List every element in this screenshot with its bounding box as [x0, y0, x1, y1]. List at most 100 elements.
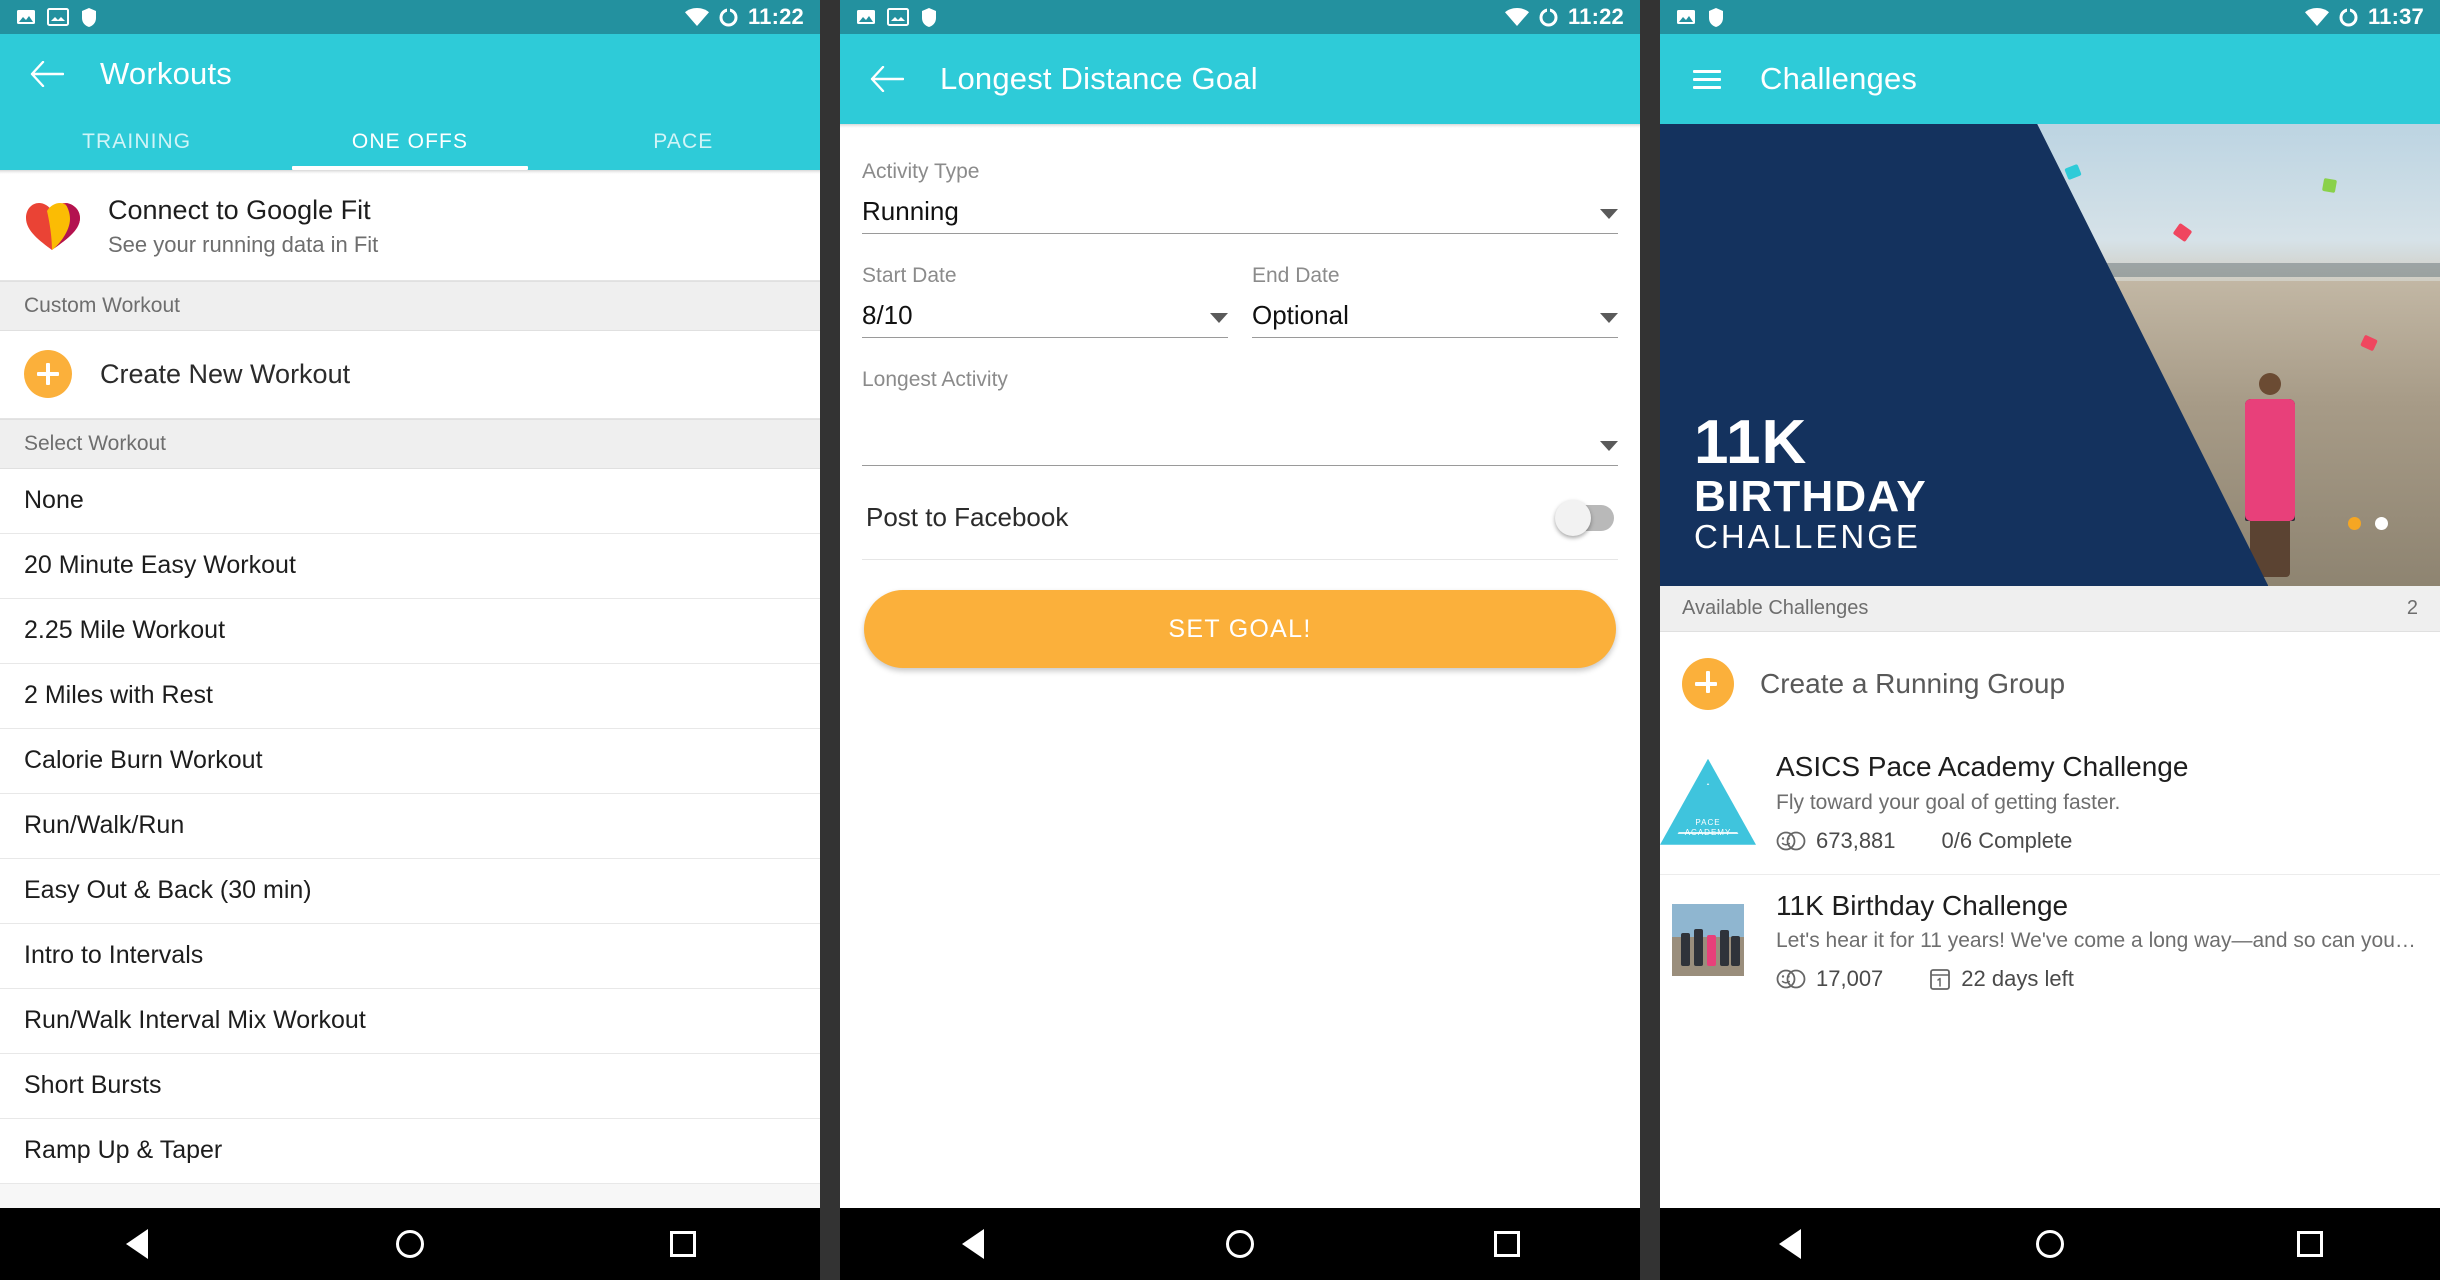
list-item[interactable]: Short Bursts	[0, 1054, 820, 1119]
chevron-down-icon[interactable]	[1600, 209, 1618, 219]
recents-square-icon[interactable]	[2280, 1214, 2340, 1274]
wifi-icon	[2304, 7, 2329, 26]
end-date-field[interactable]: End Date Optional	[1252, 258, 1618, 338]
banner-dot-2[interactable]	[2375, 517, 2388, 530]
screen-longest-distance-goal: 11:22 Longest Distance Goal Activity Typ…	[840, 0, 1640, 1280]
challenges-body: Create a Running Group PACE ACADEMY ASICS…	[1660, 632, 2440, 1208]
end-date-value: Optional	[1252, 300, 1349, 331]
banner-page-dots[interactable]	[2348, 517, 2388, 530]
wifi-icon	[684, 7, 709, 26]
screen-divider	[820, 0, 840, 1280]
section-header-select-workout: Select Workout	[0, 418, 820, 469]
tab-one-offs[interactable]: ONE OFFS	[273, 114, 546, 170]
create-new-workout-row[interactable]: Create New Workout	[0, 330, 820, 419]
home-circle-icon[interactable]	[380, 1214, 440, 1274]
tab-bar: TRAINING ONE OFFS PACE	[0, 114, 820, 170]
challenge-title: 11K Birthday Challenge	[1776, 889, 2069, 921]
back-arrow-icon[interactable]	[24, 51, 70, 97]
back-triangle-icon[interactable]	[107, 1214, 167, 1274]
challenge-participants: 17,007	[1816, 966, 1884, 992]
challenge-details: ASICS Pace Academy Challenge Fly toward …	[1756, 750, 2418, 854]
status-time: 11:22	[1567, 4, 1624, 29]
banner-dot-1[interactable]	[2348, 517, 2361, 530]
list-item[interactable]: Calorie Burn Workout	[0, 729, 820, 794]
list-item[interactable]: 2.25 Mile Workout	[0, 599, 820, 664]
page-title: Longest Distance Goal	[940, 61, 1258, 96]
challenge-description: Fly toward your goal of getting faster.	[1776, 790, 2121, 814]
status-right-icons: 11:22	[1504, 4, 1624, 29]
plus-circle-icon	[24, 350, 72, 399]
recents-square-icon[interactable]	[653, 1214, 713, 1274]
longest-activity-field[interactable]: Longest Activity	[862, 362, 1618, 466]
list-item[interactable]: Ramp Up & Taper	[0, 1119, 820, 1184]
activity-type-field[interactable]: Activity Type Running	[862, 154, 1618, 234]
app-bar: Longest Distance Goal	[840, 34, 1640, 124]
challenge-participants: 673,881	[1816, 827, 1896, 853]
status-right-icons: 11:37	[2304, 4, 2424, 29]
challenge-banner[interactable]: 11K BIRTHDAY CHALLENGE	[1660, 124, 2440, 586]
google-fit-subtitle: See your running data in Fit	[108, 231, 379, 257]
sync-icon	[1539, 6, 1558, 26]
post-to-facebook-toggle[interactable]	[1555, 499, 1614, 536]
list-item[interactable]: 11K Birthday Challenge Let's hear it for…	[1660, 873, 2440, 1013]
back-triangle-icon[interactable]	[1760, 1214, 1820, 1274]
list-item[interactable]: Intro to Intervals	[0, 924, 820, 989]
activity-type-label: Activity Type	[862, 160, 980, 183]
workout-list: None 20 Minute Easy Workout 2.25 Mile Wo…	[0, 468, 820, 1208]
tab-pace[interactable]: PACE	[547, 114, 820, 170]
back-arrow-icon[interactable]	[864, 56, 910, 102]
banner-text: 11K BIRTHDAY CHALLENGE	[1694, 412, 1927, 553]
status-left-icons	[1676, 7, 1725, 28]
tab-training[interactable]: TRAINING	[0, 114, 273, 170]
challenge-meta: 17,007 22 days left	[1776, 966, 2418, 992]
goal-form-body: Activity Type Running Start Date 8/10 En…	[840, 128, 1640, 1208]
connect-google-fit-row[interactable]: Connect to Google Fit See your running d…	[0, 174, 820, 281]
shield-icon	[1709, 7, 1723, 27]
list-item[interactable]: Run/Walk Interval Mix Workout	[0, 989, 820, 1054]
set-goal-button[interactable]: SET GOAL!	[864, 590, 1616, 668]
start-date-field[interactable]: Start Date 8/10	[862, 258, 1228, 338]
available-challenges-label: Available Challenges	[1682, 597, 1869, 619]
challenge-details: 11K Birthday Challenge Let's hear it for…	[1756, 889, 2418, 993]
list-item[interactable]: Easy Out & Back (30 min)	[0, 859, 820, 924]
android-nav-bar	[0, 1208, 820, 1280]
asics-pace-academy-logo: PACE ACADEMY	[1660, 750, 1756, 854]
chevron-down-icon[interactable]	[1600, 313, 1618, 323]
start-date-value: 8/10	[862, 300, 913, 331]
image-icon	[17, 10, 35, 24]
list-item[interactable]: 20 Minute Easy Workout	[0, 534, 820, 599]
people-icon	[1776, 831, 1806, 850]
start-date-label: Start Date	[862, 264, 957, 287]
list-bottom-filler	[0, 1183, 820, 1208]
back-triangle-icon[interactable]	[943, 1214, 1003, 1274]
google-fit-heart-icon	[26, 202, 80, 250]
create-running-group-row[interactable]: Create a Running Group	[1660, 632, 2440, 736]
screen-divider	[1640, 0, 1660, 1280]
hamburger-menu-icon[interactable]	[1684, 56, 1730, 102]
chevron-down-icon[interactable]	[1210, 313, 1228, 323]
available-challenges-count: 2	[2406, 597, 2418, 619]
banner-line-2: BIRTHDAY	[1694, 471, 1927, 521]
android-nav-bar	[1660, 1208, 2440, 1280]
home-circle-icon[interactable]	[1210, 1214, 1270, 1274]
list-item[interactable]: PACE ACADEMY ASICS Pace Academy Challenge…	[1660, 736, 2440, 874]
list-item[interactable]: None	[0, 469, 820, 534]
status-bar: 11:22	[0, 0, 820, 34]
list-item[interactable]: Run/Walk/Run	[0, 794, 820, 859]
runners-photo	[1660, 889, 1756, 993]
status-left-icons	[16, 7, 98, 28]
post-to-facebook-label: Post to Facebook	[866, 502, 1069, 532]
home-circle-icon[interactable]	[2020, 1214, 2080, 1274]
status-bar: 11:22	[840, 0, 1640, 34]
page-title: Challenges	[1760, 61, 1918, 96]
image-icon	[857, 10, 875, 24]
chevron-down-icon[interactable]	[1600, 441, 1618, 451]
list-item[interactable]: 2 Miles with Rest	[0, 664, 820, 729]
activity-type-value: Running	[862, 196, 959, 227]
sync-icon	[719, 6, 738, 26]
recents-square-icon[interactable]	[1477, 1214, 1537, 1274]
image-icon	[1677, 10, 1695, 24]
status-time: 11:37	[2367, 4, 2424, 29]
challenge-days-left: 22 days left	[1961, 966, 2074, 992]
date-fields-row: Start Date 8/10 End Date Optional	[862, 258, 1618, 338]
